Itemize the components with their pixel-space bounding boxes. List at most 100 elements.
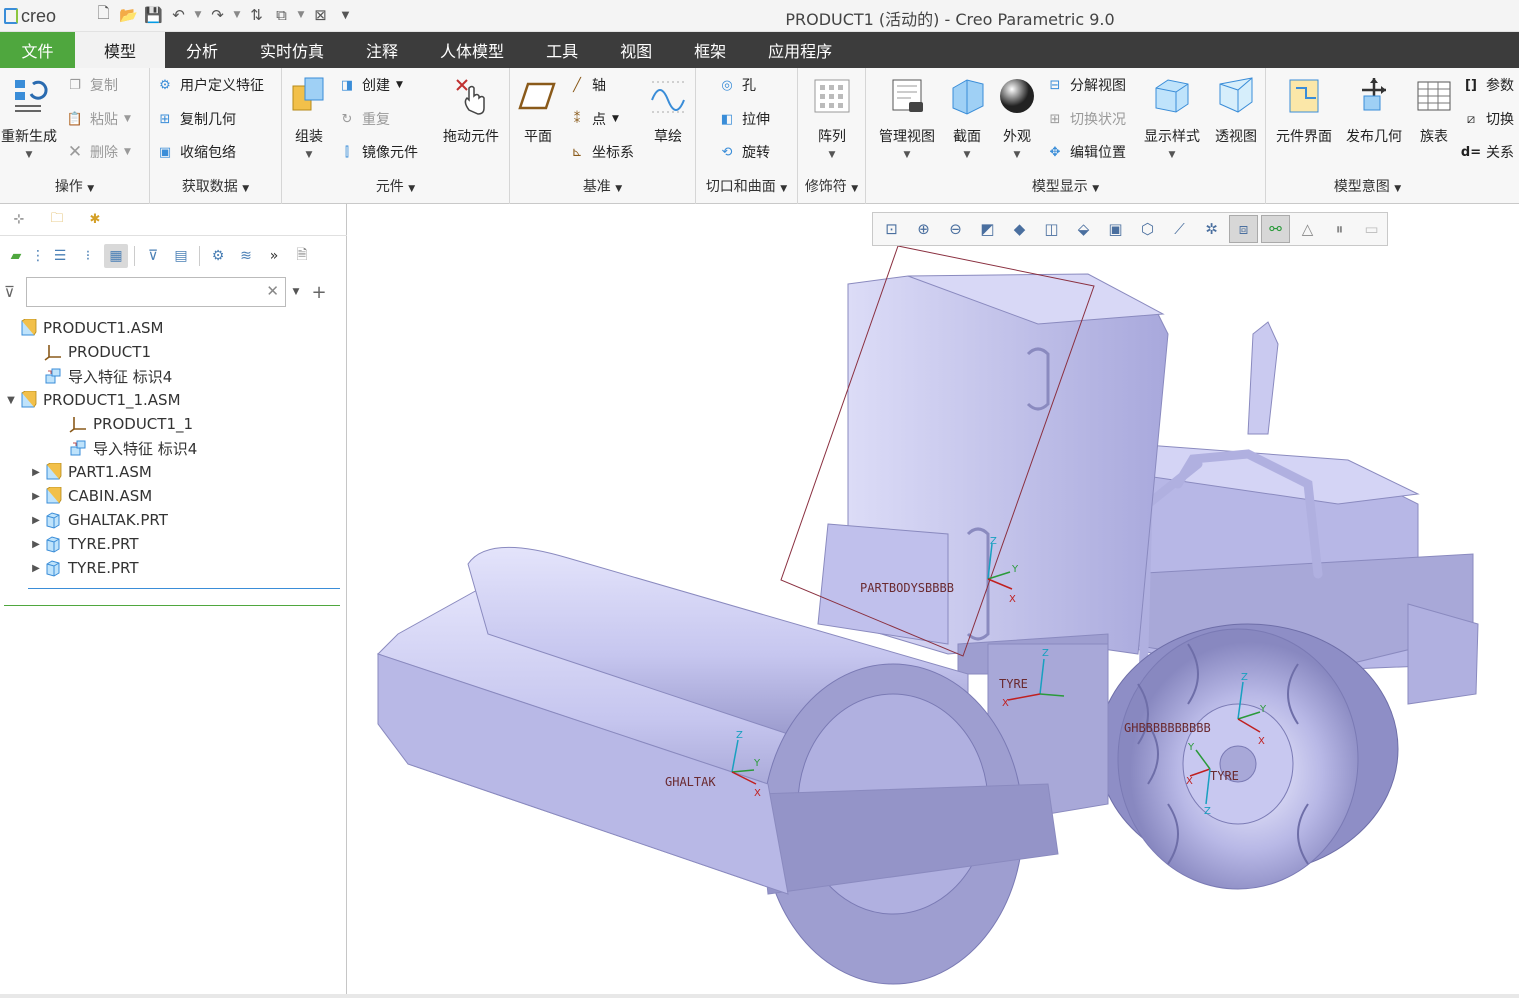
tree-node[interactable]: ▶ GHALTAK.PRT <box>0 508 347 532</box>
pause-icon[interactable]: ⏸ <box>1325 215 1354 243</box>
copy-button[interactable]: ❐ 复制 <box>66 74 118 96</box>
expand-toggle-icon[interactable]: ▶ <box>29 539 43 550</box>
tree-node[interactable]: PRODUCT1 <box>0 340 347 364</box>
tree-columns-icon[interactable]: ⁝ <box>76 244 100 268</box>
display-style-dropdown-icon[interactable]: ▼ <box>1169 150 1176 160</box>
collapse-toggle-icon[interactable]: ▼ <box>4 395 18 406</box>
group-cut-surface-label[interactable]: 切口和曲面 ▼ <box>696 176 797 196</box>
refit-icon[interactable]: ⊡ <box>877 215 906 243</box>
save-icon[interactable]: 💾 <box>142 4 165 26</box>
open-folder-icon[interactable]: 📂 <box>117 4 140 26</box>
component-interface-button[interactable]: 元件界面 <box>1272 74 1336 146</box>
expand-toggle-icon[interactable]: ▶ <box>29 515 43 526</box>
csys-display-icon[interactable]: ⚯ <box>1261 215 1290 243</box>
redo-icon[interactable]: ↷ <box>206 4 229 26</box>
pattern-dropdown-icon[interactable]: ▼ <box>829 150 836 160</box>
paste-button[interactable]: 📋 粘贴 ▼ <box>66 108 131 130</box>
appearance-toolbar-icon[interactable]: △ <box>1293 215 1322 243</box>
add-filter-icon[interactable]: + <box>306 282 332 303</box>
more-dots-icon[interactable]: ⋮ <box>31 244 45 268</box>
model-tree-tab-icon[interactable]: ⊹ <box>4 208 34 232</box>
tab-annotate[interactable]: 注释 <box>345 32 419 68</box>
tree-node[interactable]: ▶ CABIN.ASM <box>0 484 347 508</box>
section-button[interactable]: 截面 ▼ <box>946 74 988 160</box>
favorites-tab-icon[interactable]: ✱ <box>80 208 110 232</box>
group-modifiers-label[interactable]: 修饰符 ▼ <box>798 176 865 196</box>
tree-node[interactable]: PRODUCT1_1 <box>0 412 347 436</box>
create-dropdown-icon[interactable]: ▼ <box>396 80 403 90</box>
udf-button[interactable]: ⚙ 用户定义特征 <box>156 74 264 96</box>
sketch-button[interactable]: 草绘 <box>646 74 690 146</box>
point-dropdown-icon[interactable]: ▼ <box>612 114 619 124</box>
display-style-button[interactable]: 显示样式 ▼ <box>1140 74 1204 160</box>
tab-analysis[interactable]: 分析 <box>165 32 239 68</box>
create-button[interactable]: ◨ 创建 ▼ <box>338 74 403 96</box>
tree-node[interactable]: ▶ TYRE.PRT <box>0 556 347 580</box>
zoom-out-icon[interactable]: ⊖ <box>941 215 970 243</box>
graphics-menu-icon[interactable]: ▭ <box>1357 215 1386 243</box>
perspective-button[interactable]: 透视图 <box>1210 74 1262 146</box>
switch-symbols-button[interactable]: ⧄ 切换 <box>1462 108 1514 130</box>
undo-icon[interactable]: ↶ <box>167 4 190 26</box>
show-model-icon[interactable]: ▰ <box>4 244 28 268</box>
filter-funnel-icon[interactable]: ⊽ <box>4 283 26 301</box>
mirror-component-button[interactable]: ⫿ 镜像元件 <box>338 141 418 163</box>
saved-orientations-icon[interactable]: ◫ <box>1037 215 1066 243</box>
copy-geometry-button[interactable]: ⊞ 复制几何 <box>156 108 236 130</box>
redo-dropdown-icon[interactable]: ▼ <box>231 4 243 26</box>
repaint-icon[interactable]: ◩ <box>973 215 1002 243</box>
more-chevron-icon[interactable]: » <box>262 244 286 268</box>
repeat-button[interactable]: ↻ 重复 <box>338 108 390 130</box>
appearance-button[interactable]: 外观 ▼ <box>996 74 1038 160</box>
tab-manikin[interactable]: 人体模型 <box>419 32 525 68</box>
tab-applications[interactable]: 应用程序 <box>747 32 853 68</box>
regenerate-button[interactable]: 重新生成 ▼ <box>0 74 60 160</box>
tree-search-input[interactable]: ✕ <box>26 277 286 307</box>
edit-position-button[interactable]: ✥ 编辑位置 <box>1046 141 1126 163</box>
tab-tools[interactable]: 工具 <box>525 32 599 68</box>
assemble-dropdown-icon[interactable]: ▼ <box>306 150 313 160</box>
tree-gear-icon[interactable]: ⚙ <box>206 244 230 268</box>
perspective-view-icon[interactable]: ▣ <box>1101 215 1130 243</box>
display-style-toolbar-icon[interactable]: ◆ <box>1005 215 1034 243</box>
customize-qat-icon[interactable]: ▼ <box>334 4 357 26</box>
clear-search-icon[interactable]: ✕ <box>266 282 279 300</box>
revolve-button[interactable]: ⟲ 旋转 <box>718 141 770 163</box>
appearance-dropdown-icon[interactable]: ▼ <box>1014 150 1021 160</box>
group-model-intent-label[interactable]: 模型意图 ▼ <box>1266 176 1469 196</box>
tree-node[interactable]: ▶ PART1.ASM <box>0 460 347 484</box>
manage-views-button[interactable]: 管理视图 ▼ <box>874 74 940 160</box>
expand-toggle-icon[interactable]: ▶ <box>29 563 43 574</box>
new-file-icon[interactable]: 🗋 <box>92 4 115 26</box>
group-datum-label[interactable]: 基准 ▼ <box>510 176 695 196</box>
close-window-icon[interactable]: ⊠ <box>309 4 332 26</box>
annotation-display-icon[interactable]: ⧈ <box>1229 215 1258 243</box>
group-component-label[interactable]: 元件 ▼ <box>282 176 509 196</box>
delete-button[interactable]: ✕ 删除 ▼ <box>66 141 131 163</box>
model-3d-view[interactable]: PARTBODYSBBBB TYRE GHALTAK GHBBBBBBBBBB … <box>348 204 1519 994</box>
group-operations-label[interactable]: 操作 ▼ <box>0 176 149 196</box>
assemble-button[interactable]: 组装 ▼ <box>286 74 332 160</box>
toggle-status-button[interactable]: ⊞ 切换状况 <box>1046 108 1126 130</box>
delete-dropdown-icon[interactable]: ▼ <box>124 147 131 157</box>
group-get-data-label[interactable]: 获取数据 ▼ <box>150 176 281 196</box>
document-icon[interactable]: 🗎 <box>290 244 314 268</box>
undo-dropdown-icon[interactable]: ▼ <box>192 4 204 26</box>
section-toolbar-icon[interactable]: ⬡ <box>1133 215 1162 243</box>
regenerate-qat-icon[interactable]: ⇅ <box>245 4 268 26</box>
zoom-in-icon[interactable]: ⊕ <box>909 215 938 243</box>
expand-toggle-icon[interactable]: ▶ <box>29 491 43 502</box>
graphics-window[interactable]: PARTBODYSBBBB TYRE GHALTAK GHBBBBBBBBBB … <box>348 204 1519 994</box>
hole-button[interactable]: ◎ 孔 <box>718 74 756 96</box>
parameters-button[interactable]: [] 参数 <box>1462 74 1514 96</box>
family-table-button[interactable]: 族表 <box>1412 74 1456 146</box>
tree-layers-icon[interactable]: ▤ <box>169 244 193 268</box>
publish-geometry-button[interactable]: 发布几何 <box>1342 74 1406 146</box>
tab-framework[interactable]: 框架 <box>673 32 747 68</box>
manage-views-dropdown-icon[interactable]: ▼ <box>904 150 911 160</box>
regenerate-dropdown-icon[interactable]: ▼ <box>26 150 33 160</box>
tree-node[interactable]: 导入特征 标识4 <box>0 436 347 460</box>
folder-browser-tab-icon[interactable]: 🗀 <box>42 208 72 232</box>
shrinkwrap-button[interactable]: ▣ 收缩包络 <box>156 141 236 163</box>
tree-settings-icon[interactable]: ☰ <box>48 244 72 268</box>
